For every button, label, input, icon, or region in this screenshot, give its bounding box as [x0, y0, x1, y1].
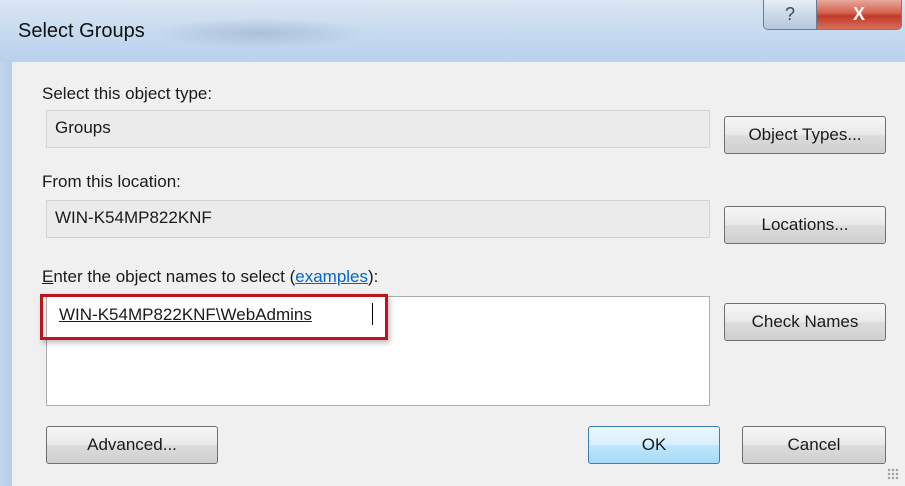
- title-bar[interactable]: Select Groups ? X: [0, 0, 905, 62]
- object-names-value: WIN-K54MP822KNF\WebAdmins: [59, 305, 312, 324]
- location-field: WIN-K54MP822KNF: [46, 200, 710, 238]
- cancel-button[interactable]: Cancel: [742, 426, 886, 464]
- resize-grip[interactable]: [887, 468, 899, 480]
- advanced-button[interactable]: Advanced...: [46, 426, 218, 464]
- close-icon: X: [852, 4, 865, 24]
- select-groups-dialog: Select Groups ? X Select this object typ…: [0, 0, 905, 486]
- text-caret: [372, 303, 373, 325]
- object-types-button[interactable]: Object Types...: [724, 116, 886, 154]
- check-names-button[interactable]: Check Names: [724, 303, 886, 341]
- object-names-label-end: ):: [368, 267, 379, 286]
- window-frame-left: [0, 62, 12, 486]
- location-label: From this location:: [42, 172, 181, 191]
- locations-button[interactable]: Locations...: [724, 206, 886, 244]
- close-button[interactable]: X: [816, 0, 902, 30]
- object-names-label-accelerator: E: [42, 267, 54, 286]
- object-type-label: Select this object type:: [42, 84, 213, 103]
- object-names-input[interactable]: WIN-K54MP822KNF\WebAdmins: [46, 296, 710, 406]
- help-icon: ?: [784, 4, 795, 24]
- dialog-client-area: Select this object type: Groups Object T…: [12, 62, 905, 486]
- ok-button[interactable]: OK: [588, 426, 720, 464]
- window-title: Select Groups: [18, 20, 145, 42]
- object-names-label: Enter the object names to select (exampl…: [42, 267, 378, 287]
- title-bar-glow: [150, 18, 370, 48]
- examples-link[interactable]: examples: [295, 267, 368, 286]
- object-names-label-text: nter the object names to select (: [53, 267, 296, 286]
- help-button[interactable]: ?: [763, 0, 817, 30]
- object-type-field: Groups: [46, 110, 710, 148]
